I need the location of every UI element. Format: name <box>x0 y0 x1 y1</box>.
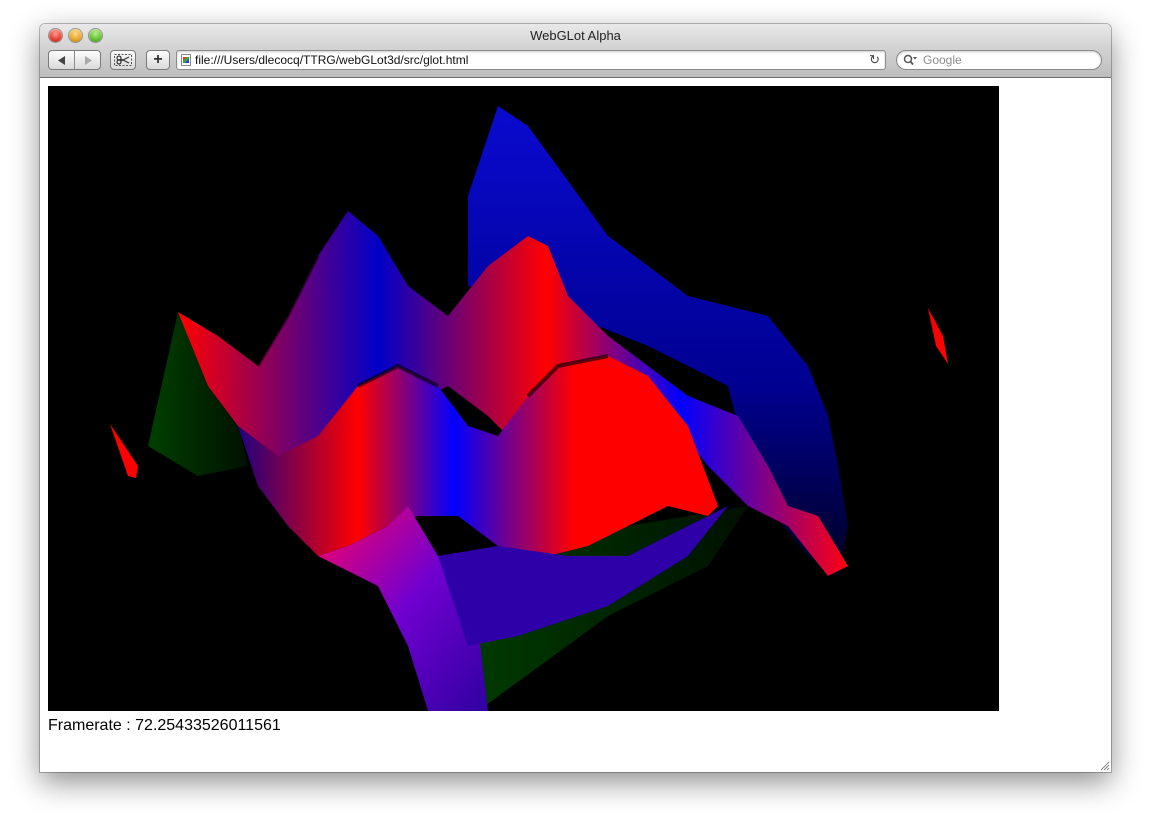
address-url[interactable]: file:///Users/dlecocq/TTRG/webGLot3d/src… <box>195 53 468 67</box>
address-bar[interactable]: file:///Users/dlecocq/TTRG/webGLot3d/src… <box>176 50 886 70</box>
framerate-value: 72.25433526011561 <box>135 717 281 734</box>
add-bookmark-button[interactable]: + <box>146 50 170 70</box>
plus-icon: + <box>153 51 163 68</box>
framerate-label: Framerate : <box>48 717 131 734</box>
back-button[interactable] <box>49 51 74 69</box>
search-input[interactable] <box>923 52 1093 68</box>
webgl-canvas[interactable] <box>48 86 999 711</box>
reload-icon[interactable]: ↻ <box>869 52 880 68</box>
snip-button[interactable] <box>110 50 136 70</box>
scissors-icon <box>114 54 132 66</box>
title-bar: WebGLot Alpha + file:///Users/dlecocq/TT… <box>40 24 1111 78</box>
page-content: Framerate : 72.25433526011561 <box>40 78 1111 772</box>
navigation-buttons <box>48 50 101 70</box>
window-title: WebGLot Alpha <box>530 28 621 43</box>
forward-arrow-icon <box>84 55 92 65</box>
forward-button[interactable] <box>74 51 100 69</box>
browser-window: WebGLot Alpha + file:///Users/dlecocq/TT… <box>40 24 1111 772</box>
surface-plot-render <box>110 106 948 711</box>
search-icon[interactable] <box>903 54 917 66</box>
framerate-readout: Framerate : 72.25433526011561 <box>48 717 281 735</box>
page-favicon-icon <box>181 54 191 66</box>
search-field[interactable] <box>896 50 1102 70</box>
resize-grip-icon[interactable] <box>1098 759 1110 771</box>
back-arrow-icon <box>57 55 65 65</box>
